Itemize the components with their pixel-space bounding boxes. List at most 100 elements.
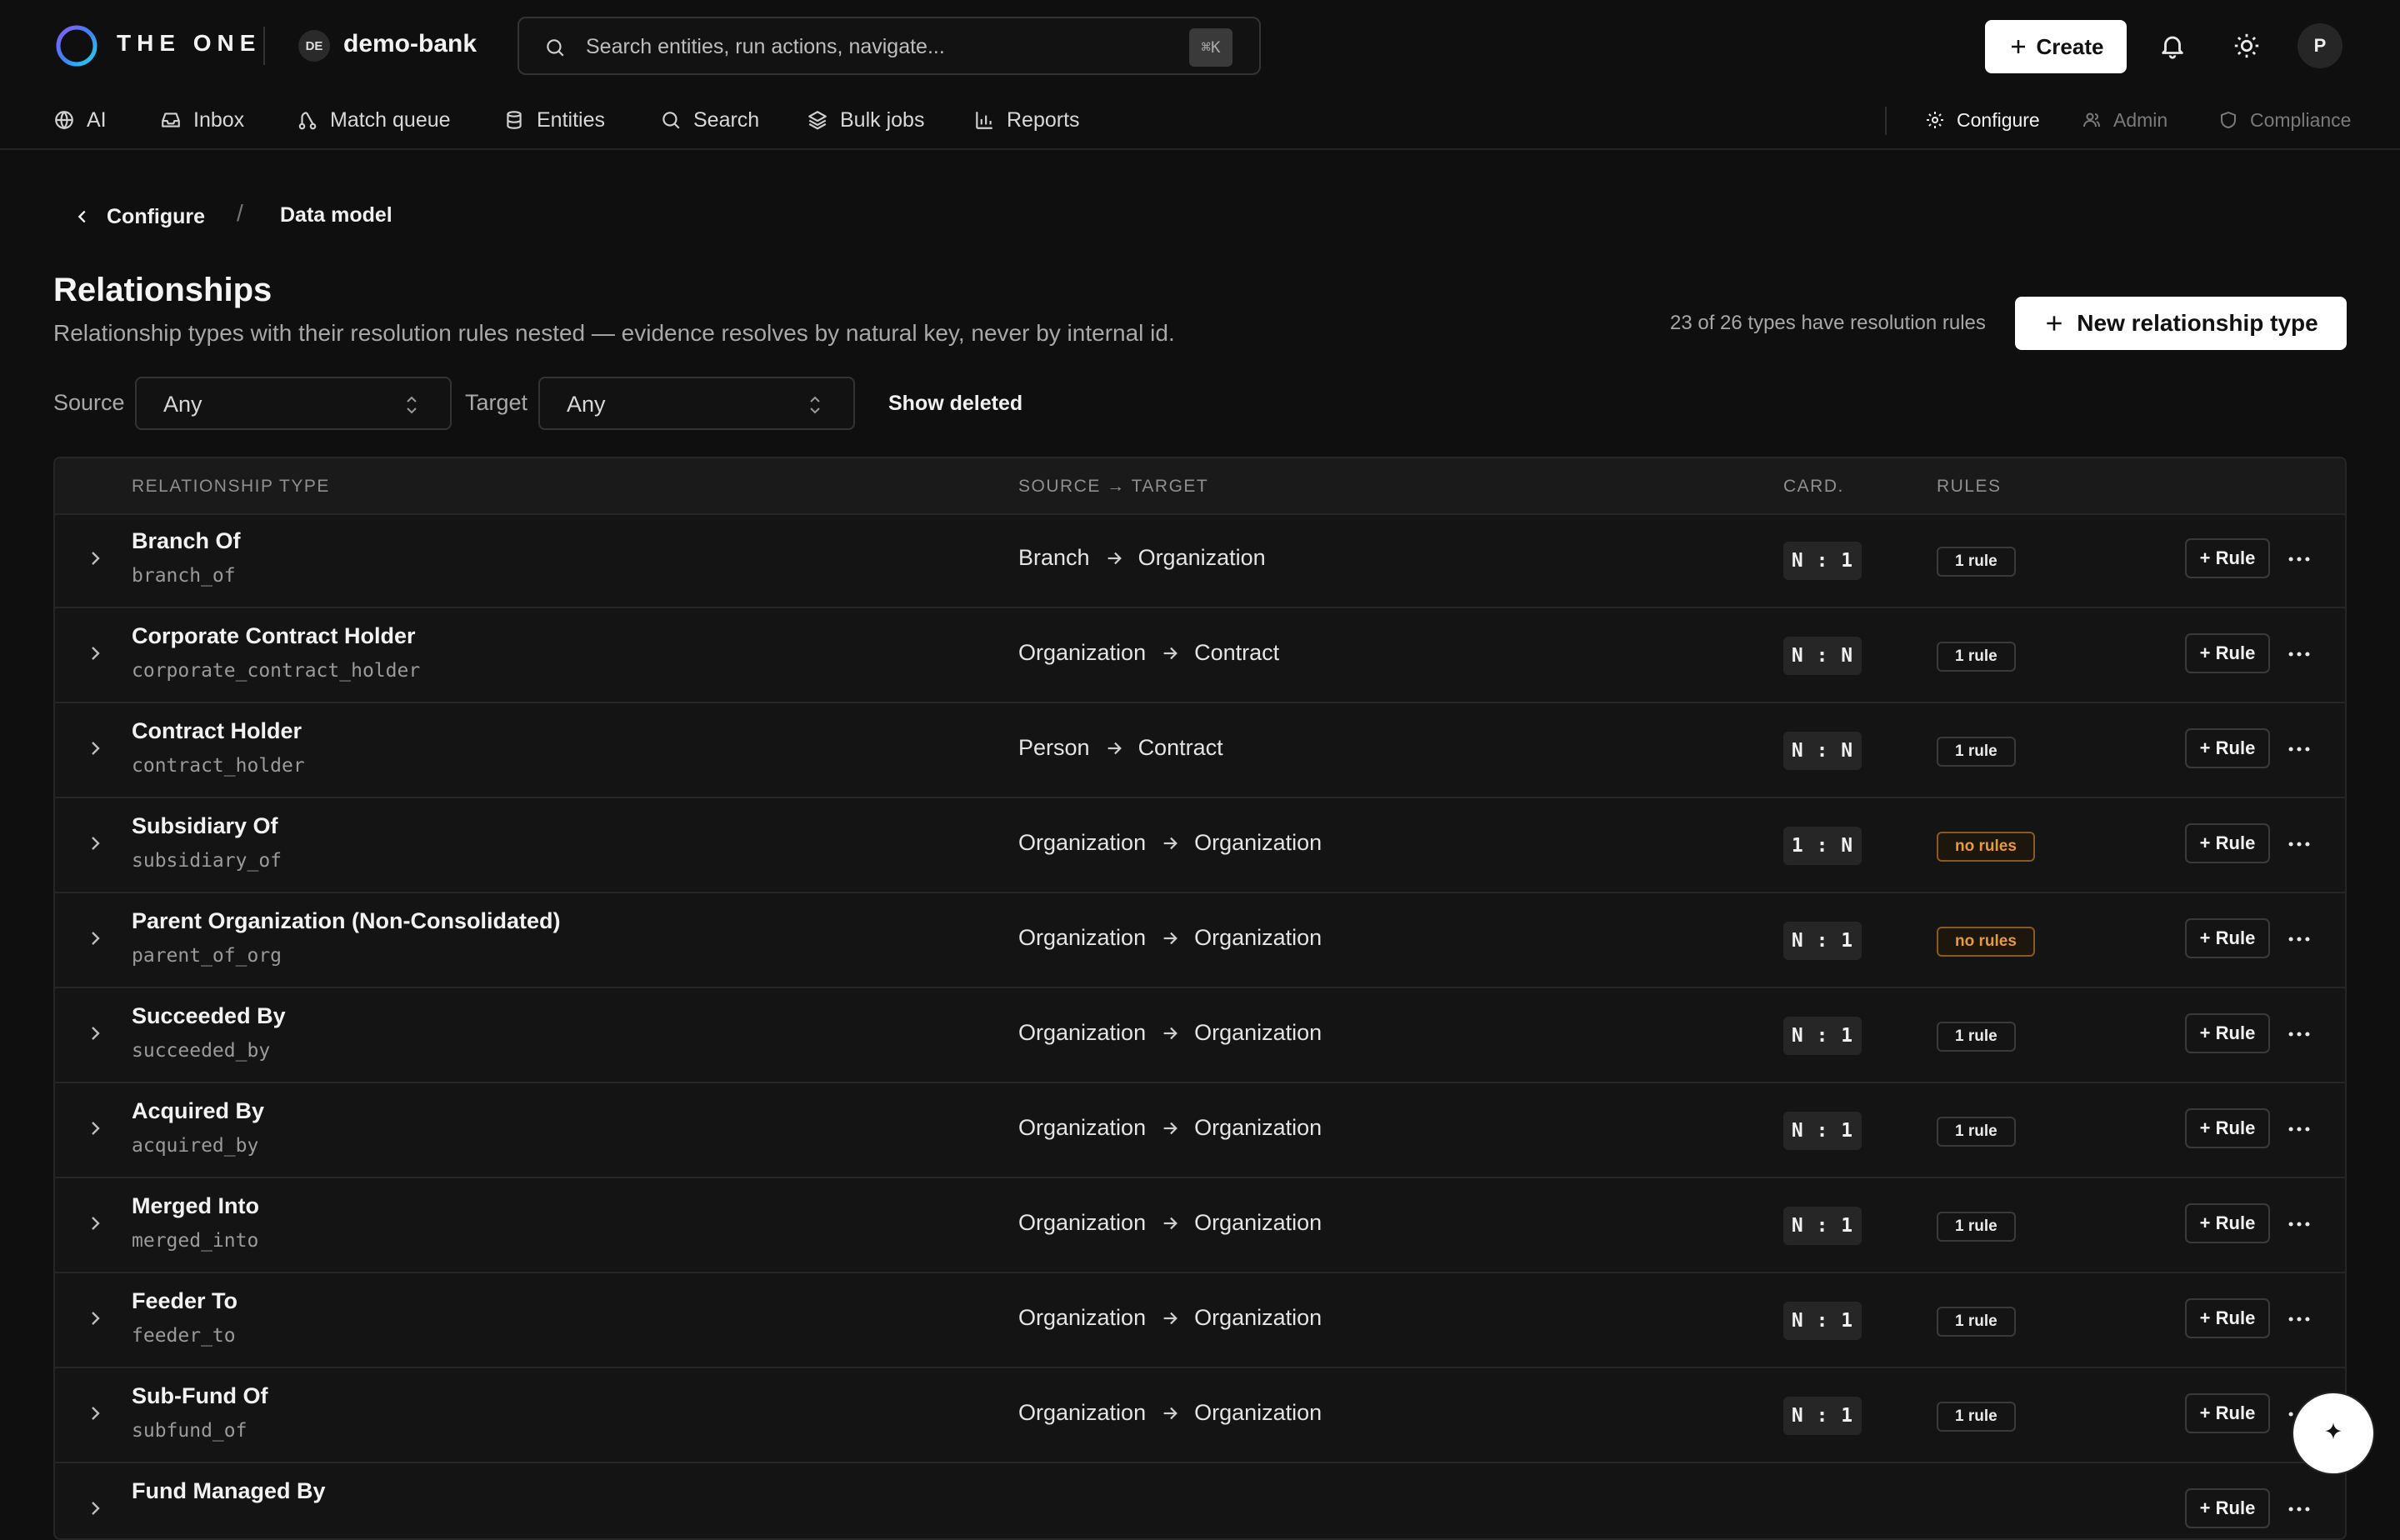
add-rule-button[interactable]: + Rule [2185, 1013, 2270, 1053]
chevron-right-icon[interactable] [85, 833, 105, 853]
relationship-name[interactable]: Acquired By [132, 1098, 264, 1124]
relationship-name[interactable]: Succeeded By [132, 1003, 286, 1029]
more-horizontal-icon[interactable] [2285, 1495, 2313, 1523]
rules-badge[interactable]: no rules [1937, 927, 2035, 957]
chevron-right-icon[interactable] [85, 738, 105, 758]
table-row[interactable]: Fund Managed By + Rule [55, 1463, 2345, 1538]
relationship-name[interactable]: Merged Into [132, 1193, 259, 1219]
table-header: RELATIONSHIP TYPE SOURCE → TARGET CARD. … [55, 458, 2345, 515]
nav-item-entities[interactable]: Entities [503, 92, 605, 148]
relationship-name[interactable]: Branch Of [132, 528, 241, 554]
add-rule-button[interactable]: + Rule [2185, 823, 2270, 863]
more-horizontal-icon[interactable] [2285, 1305, 2313, 1333]
rules-badge[interactable]: 1 rule [1937, 1402, 2016, 1432]
add-rule-button[interactable]: + Rule [2185, 633, 2270, 673]
chevron-right-icon[interactable] [85, 1118, 105, 1138]
plus-icon [2008, 37, 2028, 57]
table-row[interactable]: Subsidiary Of subsidiary_of Organization Or… [55, 798, 2345, 893]
breadcrumb-back[interactable]: Configure [73, 198, 205, 235]
table-row[interactable]: Succeeded By succeeded_by Organization Orga… [55, 988, 2345, 1083]
sun-icon[interactable] [2228, 27, 2266, 65]
table-row[interactable]: Branch Of branch_of Branch Organization N : … [55, 513, 2345, 608]
table-row[interactable]: Merged Into merged_into Organization Organi… [55, 1178, 2345, 1273]
nav-item-admin[interactable]: Admin [2082, 92, 2168, 148]
nav-item-search[interactable]: Search [660, 92, 759, 148]
logo-icon[interactable] [53, 22, 100, 69]
chevron-right-icon[interactable] [85, 1023, 105, 1043]
rules-badge[interactable]: 1 rule [1937, 1307, 2016, 1337]
rules-badge[interactable]: 1 rule [1937, 737, 2016, 767]
table-row[interactable]: Acquired By acquired_by Organization Organi… [55, 1083, 2345, 1178]
chevron-right-icon[interactable] [85, 1403, 105, 1423]
chevron-right-icon[interactable] [85, 928, 105, 948]
add-rule-button[interactable]: + Rule [2185, 1108, 2270, 1148]
table-row[interactable]: Contract Holder contract_holder Person Cont… [55, 703, 2345, 798]
more-horizontal-icon[interactable] [2285, 1020, 2313, 1048]
cardinality-badge: N : N [1783, 637, 1862, 675]
chevron-right-icon[interactable] [85, 1498, 105, 1518]
relationship-name[interactable]: Corporate Contract Holder [132, 623, 416, 649]
nav-item-configure[interactable]: Configure [1925, 92, 2040, 148]
more-horizontal-icon[interactable] [2285, 1210, 2313, 1238]
add-rule-button[interactable]: + Rule [2185, 918, 2270, 958]
source-select[interactable]: Any [135, 377, 452, 430]
table-row[interactable]: Sub-Fund Of subfund_of Organization Organiz… [55, 1368, 2345, 1463]
relationship-name[interactable]: Subsidiary Of [132, 813, 278, 839]
rules-badge[interactable]: 1 rule [1937, 1117, 2016, 1147]
nav-item-match-queue[interactable]: Match queue [297, 92, 451, 148]
relationship-name[interactable]: Contract Holder [132, 718, 302, 744]
workspace-badge[interactable]: DE [298, 30, 330, 62]
rules-badge[interactable]: 1 rule [1937, 1022, 2016, 1052]
more-horizontal-icon[interactable] [2285, 735, 2313, 763]
nav-item-bulk-jobs[interactable]: Bulk jobs [807, 92, 924, 148]
more-horizontal-icon[interactable] [2285, 925, 2313, 953]
column-header-rules[interactable]: RULES [1937, 477, 2002, 497]
chevron-right-icon[interactable] [85, 1308, 105, 1328]
nav-item-compliance[interactable]: Compliance [2218, 92, 2351, 148]
chevron-right-icon[interactable] [85, 548, 105, 568]
ai-assistant-button[interactable] [2293, 1393, 2373, 1473]
target-filter-label: Target [465, 390, 528, 415]
create-button[interactable]: Create [1985, 20, 2127, 73]
nav-item-inbox[interactable]: Inbox [160, 92, 244, 148]
more-horizontal-icon[interactable] [2285, 1115, 2313, 1143]
relationships-table: RELATIONSHIP TYPE SOURCE → TARGET CARD. … [53, 457, 2347, 1540]
relationship-name[interactable]: Parent Organization (Non-Consolidated) [132, 908, 561, 934]
user-avatar[interactable]: P [2298, 23, 2342, 68]
cardinality-badge: N : 1 [1783, 542, 1862, 580]
nav-item-reports[interactable]: Reports [973, 92, 1080, 148]
new-relationship-type-button[interactable]: New relationship type [2015, 297, 2347, 350]
workspace-name[interactable]: demo-bank [343, 30, 477, 58]
column-header-source-target[interactable]: SOURCE → TARGET [1018, 477, 1208, 497]
rules-badge[interactable]: no rules [1937, 832, 2035, 862]
more-horizontal-icon[interactable] [2285, 640, 2313, 668]
global-search[interactable]: Search entities, run actions, navigate..… [518, 17, 1261, 75]
table-row[interactable]: Corporate Contract Holder corporate_contr… [55, 608, 2345, 703]
rules-badge[interactable]: 1 rule [1937, 547, 2016, 577]
add-rule-button[interactable]: + Rule [2185, 538, 2270, 578]
table-row[interactable]: Feeder To feeder_to Organization Organizati… [55, 1273, 2345, 1368]
chevron-right-icon[interactable] [85, 1213, 105, 1233]
add-rule-button[interactable]: + Rule [2185, 1298, 2270, 1338]
add-rule-button[interactable]: + Rule [2185, 728, 2270, 768]
page-subtitle: Relationship types with their resolution… [53, 320, 1175, 346]
bell-icon[interactable] [2153, 27, 2192, 65]
more-horizontal-icon[interactable] [2285, 830, 2313, 858]
rules-badge[interactable]: 1 rule [1937, 642, 2016, 672]
rules-badge[interactable]: 1 rule [1937, 1212, 2016, 1242]
table-row[interactable]: Parent Organization (Non-Consolidated) pa… [55, 893, 2345, 988]
relationship-name[interactable]: Sub-Fund Of [132, 1383, 268, 1409]
nav-item-ai[interactable]: AI [53, 92, 107, 148]
column-header-type[interactable]: RELATIONSHIP TYPE [132, 477, 330, 497]
more-horizontal-icon[interactable] [2285, 545, 2313, 573]
target-select[interactable]: Any [538, 377, 855, 430]
column-header-cardinality[interactable]: CARD. [1783, 477, 1844, 497]
arrow-right-icon [1161, 1214, 1179, 1232]
add-rule-button[interactable]: + Rule [2185, 1203, 2270, 1243]
show-deleted-toggle[interactable]: Show deleted [888, 392, 1022, 416]
chevron-right-icon[interactable] [85, 643, 105, 663]
relationship-name[interactable]: Feeder To [132, 1288, 238, 1314]
relationship-name[interactable]: Fund Managed By [132, 1478, 326, 1504]
add-rule-button[interactable]: + Rule [2185, 1393, 2270, 1433]
add-rule-button[interactable]: + Rule [2185, 1488, 2270, 1528]
